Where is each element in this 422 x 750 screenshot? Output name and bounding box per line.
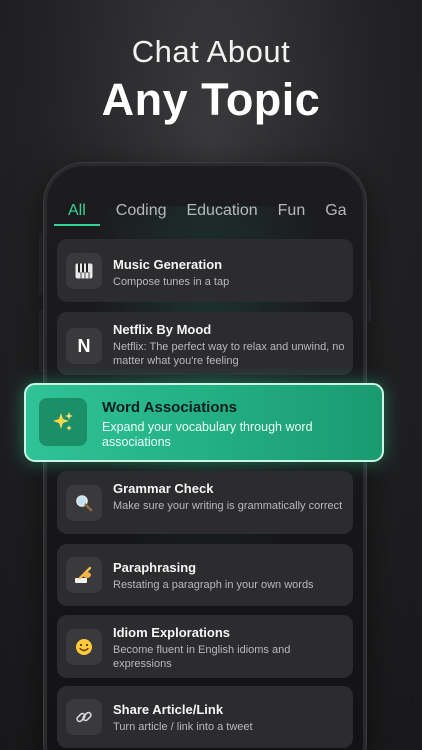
smiley-icon (66, 629, 102, 665)
card-title: Idiom Explorations (113, 625, 231, 640)
featured-title: Word Associations (102, 399, 238, 416)
card-title: Music Generation (113, 257, 223, 272)
tab-coding[interactable]: Coding (116, 200, 167, 228)
card-title: Netflix By Mood (113, 322, 212, 337)
headline-line1: Chat About (131, 34, 291, 69)
category-tabs: All Coding Education Fun Ga (54, 200, 363, 228)
tab-all[interactable]: All (54, 200, 100, 228)
magnifier-icon (66, 485, 102, 521)
card-paraphrasing[interactable]: Paraphrasing Restating a paragraph in yo… (57, 544, 353, 606)
featured-description: Expand your vocabulary through word asso… (102, 420, 313, 449)
card-description: Netflix: The perfect way to relax and un… (113, 341, 345, 367)
card-idiom-explorations[interactable]: Idiom Explorations Become fluent in Engl… (57, 615, 353, 678)
writing-hand-icon (66, 557, 102, 593)
tab-education[interactable]: Education (186, 200, 257, 228)
card-description: Compose tunes in a tap (113, 276, 230, 288)
card-title: Paraphrasing (113, 560, 197, 575)
card-description: Make sure your writing is grammatically … (113, 500, 343, 512)
card-description: Become fluent in English idioms and expr… (113, 644, 291, 670)
headline-line2: Any Topic (101, 74, 321, 125)
card-description: Turn article / link into a tweet (113, 721, 253, 733)
headline: Chat About Any Topic (0, 34, 422, 126)
card-netflix-by-mood[interactable]: N Netflix By Mood Netflix: The perfect w… (57, 312, 353, 375)
sparkles-icon (39, 398, 87, 446)
tab-fun[interactable]: Fun (278, 200, 306, 228)
card-word-associations-featured[interactable]: Word Associations Expand your vocabulary… (24, 383, 384, 462)
netflix-icon: N (66, 328, 102, 364)
phone-side-button (366, 280, 371, 322)
card-description: Restating a paragraph in your own words (113, 579, 314, 591)
card-title: Share Article/Link (113, 702, 224, 717)
link-icon (66, 699, 102, 735)
card-grammar-check[interactable]: Grammar Check Make sure your writing is … (57, 471, 353, 534)
piano-icon (66, 253, 102, 289)
tab-games[interactable]: Ga (325, 200, 346, 228)
card-title: Grammar Check (113, 481, 214, 496)
netflix-icon-letter: N (77, 335, 91, 356)
card-share-article-link[interactable]: Share Article/Link Turn article / link i… (57, 686, 353, 748)
card-music-generation[interactable]: Music Generation Compose tunes in a tap (57, 239, 353, 302)
